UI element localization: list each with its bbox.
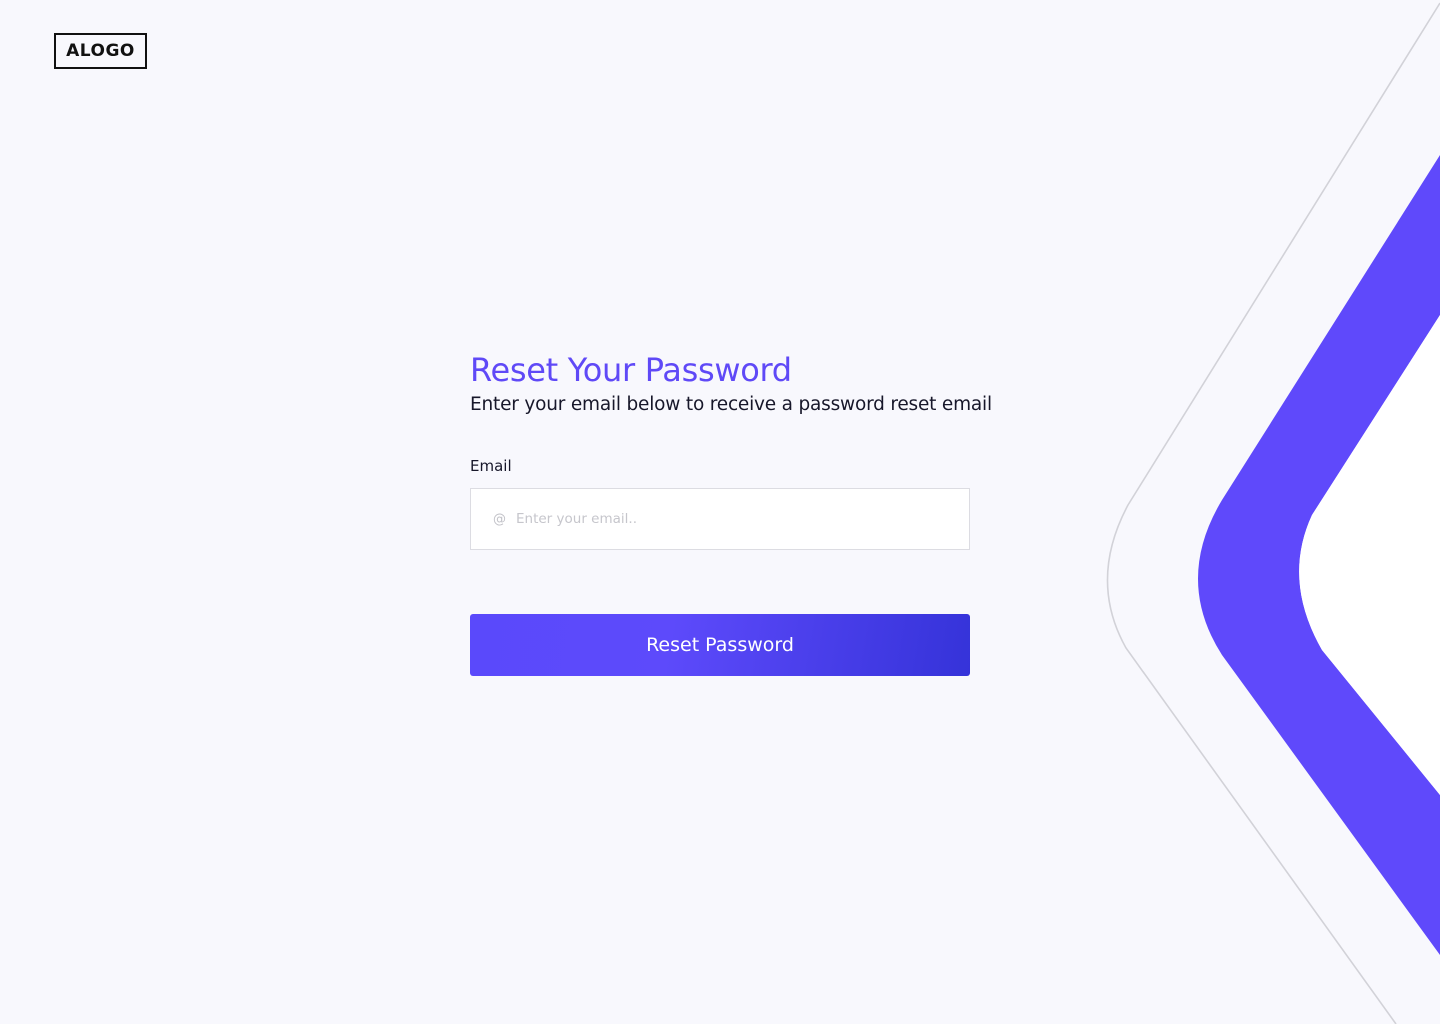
reset-password-form: Reset Your Password Enter your email bel… [470,350,992,676]
email-field[interactable]: @ [470,488,970,550]
at-icon: @ [493,511,506,527]
page-subtitle: Enter your email below to receive a pass… [470,394,992,415]
email-input[interactable] [516,489,969,549]
reset-password-button[interactable]: Reset Password [470,614,970,676]
email-label: Email [470,457,512,475]
brand-logo[interactable]: ALOGO [54,33,147,69]
reset-password-button-label: Reset Password [646,634,794,656]
brand-logo-text: ALOGO [66,41,135,61]
page-title: Reset Your Password [470,351,792,389]
